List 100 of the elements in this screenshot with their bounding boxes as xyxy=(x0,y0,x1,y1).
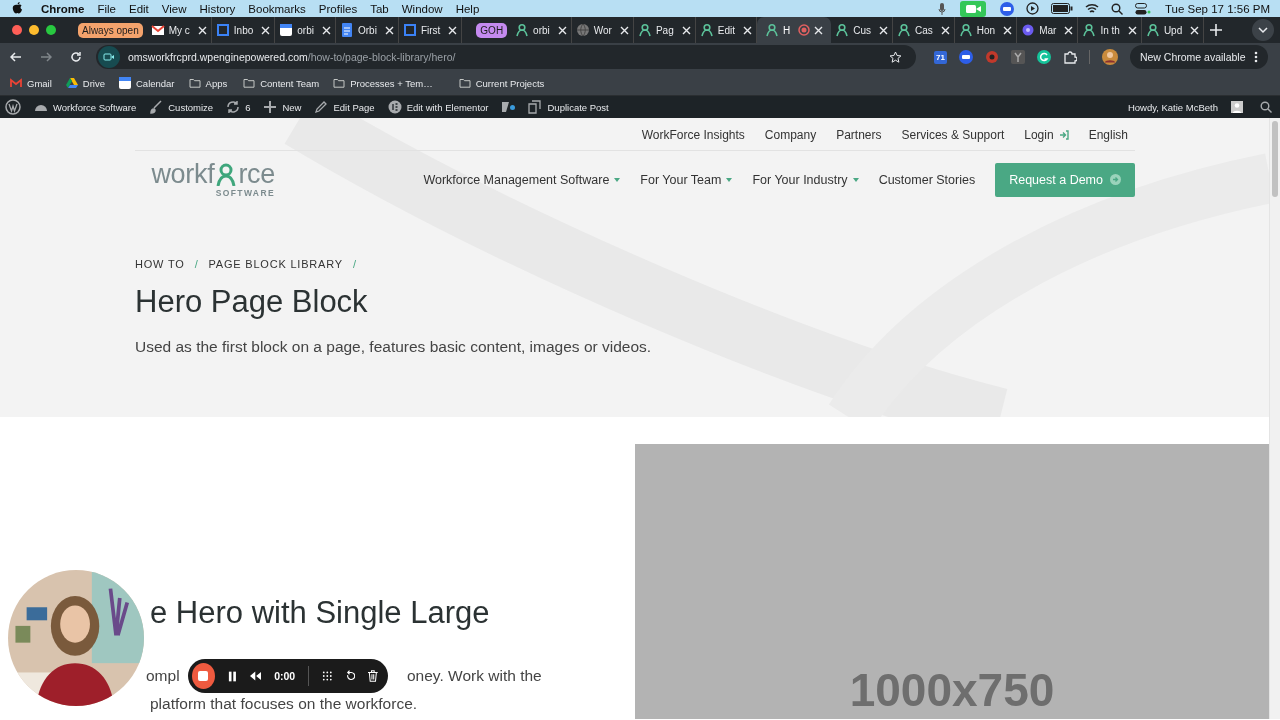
search-icon[interactable] xyxy=(1260,101,1272,113)
grid-icon[interactable] xyxy=(322,670,333,682)
admin-bar-item[interactable]: Edit Page xyxy=(314,100,375,114)
bookmark[interactable]: Processes + Tem… xyxy=(333,77,433,89)
extension-icon[interactable] xyxy=(1010,50,1025,64)
calendar-extension-icon[interactable]: 71 xyxy=(934,50,947,64)
pause-icon[interactable] xyxy=(227,670,237,682)
breadcrumb-link[interactable]: PAGE BLOCK LIBRARY xyxy=(208,258,343,270)
close-icon[interactable] xyxy=(1064,25,1074,35)
more-icon[interactable] xyxy=(1253,51,1258,63)
update-button[interactable]: New Chrome available xyxy=(1129,45,1268,69)
restart-icon[interactable] xyxy=(345,670,356,682)
close-icon[interactable] xyxy=(1190,25,1200,35)
record-icon xyxy=(798,24,811,36)
bookmark[interactable]: Gmail xyxy=(10,77,52,89)
caret-icon xyxy=(852,177,859,182)
account-greeting[interactable]: Howdy, Katie McBeth xyxy=(1127,101,1218,113)
menu-item[interactable]: View xyxy=(161,2,187,15)
zoom-extension-icon[interactable] xyxy=(958,50,973,64)
play-icon[interactable] xyxy=(1025,2,1039,15)
square-icon xyxy=(215,23,230,37)
close-icon[interactable] xyxy=(557,25,567,35)
menu-item[interactable]: Window xyxy=(401,2,443,15)
main-nav-link[interactable]: For Your Team xyxy=(640,172,733,187)
apple-icon[interactable] xyxy=(12,2,23,15)
bookmark[interactable]: Calendar xyxy=(119,77,175,89)
extension-icon[interactable] xyxy=(984,50,999,64)
close-icon[interactable] xyxy=(448,25,458,35)
stop-recording-button[interactable] xyxy=(192,663,215,689)
battery-icon[interactable] xyxy=(1050,3,1073,14)
menu-item[interactable]: Tab xyxy=(370,2,389,15)
tab-group-label[interactable]: GOH xyxy=(476,22,508,38)
admin-bar-item[interactable]: Duplicate Post xyxy=(528,100,609,114)
main-nav-link[interactable]: Customer Stories xyxy=(878,172,976,187)
menu-item[interactable]: Edit xyxy=(129,2,149,15)
new-tab-icon[interactable] xyxy=(1210,24,1223,36)
close-icon[interactable] xyxy=(1003,25,1013,35)
close-icon[interactable] xyxy=(1127,25,1137,35)
tab-group-label[interactable]: Always open xyxy=(78,22,143,38)
bookmark[interactable]: Apps xyxy=(188,77,228,89)
breadcrumb-link[interactable]: HOW TO xyxy=(135,258,185,270)
utility-nav-link[interactable]: Login xyxy=(1024,128,1069,142)
back-icon[interactable] xyxy=(10,51,22,63)
main-nav-link[interactable]: Workforce Management Software xyxy=(423,172,621,187)
admin-bar-item[interactable]: Customize xyxy=(149,100,214,114)
menu-item[interactable]: Chrome xyxy=(41,2,85,15)
minimize-window-button[interactable] xyxy=(29,25,39,35)
admin-bar-item[interactable]: Workforce Software xyxy=(34,100,137,114)
menu-bar-clock[interactable]: Tue Sep 17 1:56 PM xyxy=(1164,2,1270,15)
scrollbar-thumb[interactable] xyxy=(1272,121,1278,197)
close-icon[interactable] xyxy=(321,25,331,35)
admin-bar-item[interactable]: 6 xyxy=(226,100,251,114)
close-icon[interactable] xyxy=(814,25,824,35)
close-icon[interactable] xyxy=(681,25,691,35)
close-window-button[interactable] xyxy=(12,25,22,35)
star-icon[interactable] xyxy=(889,50,902,64)
seo-plugin-icon[interactable] xyxy=(501,100,516,114)
bookmark[interactable]: Drive xyxy=(65,77,105,89)
utility-nav-link[interactable]: Partners xyxy=(836,128,882,142)
utility-nav-link[interactable]: Company xyxy=(764,128,817,142)
admin-bar-item[interactable]: New xyxy=(263,100,302,114)
menu-item[interactable]: Help xyxy=(455,2,480,15)
close-icon[interactable] xyxy=(940,25,950,35)
breadcrumb-separator: / xyxy=(194,258,199,270)
menu-item[interactable]: File xyxy=(97,2,116,15)
avatar-icon[interactable] xyxy=(1101,49,1118,65)
puzzle-icon[interactable] xyxy=(1062,50,1077,64)
close-icon[interactable] xyxy=(384,25,394,35)
bookmark[interactable]: Content Team xyxy=(243,77,320,89)
close-icon[interactable] xyxy=(619,25,629,35)
section-heading: e Hero with Single Large xyxy=(150,595,491,631)
browser-tab[interactable]: H xyxy=(757,17,832,43)
maximize-window-button[interactable] xyxy=(46,25,56,35)
utility-nav-link[interactable]: WorkForce Insights xyxy=(641,128,745,142)
address-bar[interactable]: omsworkfrcprd.wpenginepowered.com/how-to/page-block-library/hero/ xyxy=(96,45,916,69)
camera-icon[interactable] xyxy=(98,46,120,68)
wifi-icon[interactable] xyxy=(1084,3,1099,14)
admin-bar-item[interactable]: Edit with Elementor xyxy=(387,100,489,114)
search-icon[interactable] xyxy=(1110,2,1123,15)
utility-nav-link[interactable]: Services & Support xyxy=(901,128,1005,142)
grammar-extension-icon[interactable] xyxy=(1036,50,1051,64)
menu-item[interactable]: Bookmarks xyxy=(248,2,306,15)
wordpress-icon[interactable] xyxy=(5,99,21,115)
zoom-icon[interactable] xyxy=(999,1,1014,16)
close-icon[interactable] xyxy=(743,25,752,35)
main-nav-link[interactable]: For Your Industry xyxy=(752,172,859,187)
tab-search-icon[interactable] xyxy=(1252,19,1274,41)
microphone-icon[interactable] xyxy=(937,2,946,15)
bookmark[interactable]: Current Projects xyxy=(458,77,545,89)
reload-icon[interactable] xyxy=(70,51,82,63)
forward-icon[interactable] xyxy=(40,51,52,63)
menu-item[interactable]: Profiles xyxy=(318,2,358,15)
rewind-icon[interactable] xyxy=(249,671,262,681)
control-center-icon[interactable] xyxy=(1134,2,1151,15)
close-icon[interactable] xyxy=(261,25,271,35)
trash-icon[interactable] xyxy=(368,670,378,682)
menu-item[interactable]: History xyxy=(199,2,236,15)
utility-nav-link[interactable]: English xyxy=(1088,128,1128,142)
close-icon[interactable] xyxy=(197,25,207,35)
close-icon[interactable] xyxy=(879,25,888,35)
